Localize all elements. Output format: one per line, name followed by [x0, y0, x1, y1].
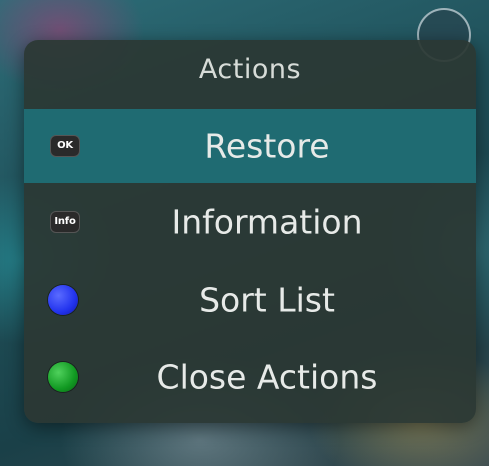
menu-item-close-actions[interactable]: Close Actions	[24, 340, 476, 414]
menu-item-label: Restore	[204, 126, 330, 166]
menu-item-label: Close Actions	[156, 357, 378, 397]
menu-item-restore[interactable]: OK Restore	[24, 109, 476, 183]
actions-menu: Actions OK Restore Info Information Sort…	[24, 40, 476, 423]
menu-item-information[interactable]: Info Information	[24, 185, 476, 259]
menu-title: Actions	[198, 54, 302, 85]
menu-item-sort-list[interactable]: Sort List	[24, 263, 476, 337]
menu-item-label: Information	[171, 202, 363, 242]
menu-item-label: Sort List	[199, 280, 335, 320]
